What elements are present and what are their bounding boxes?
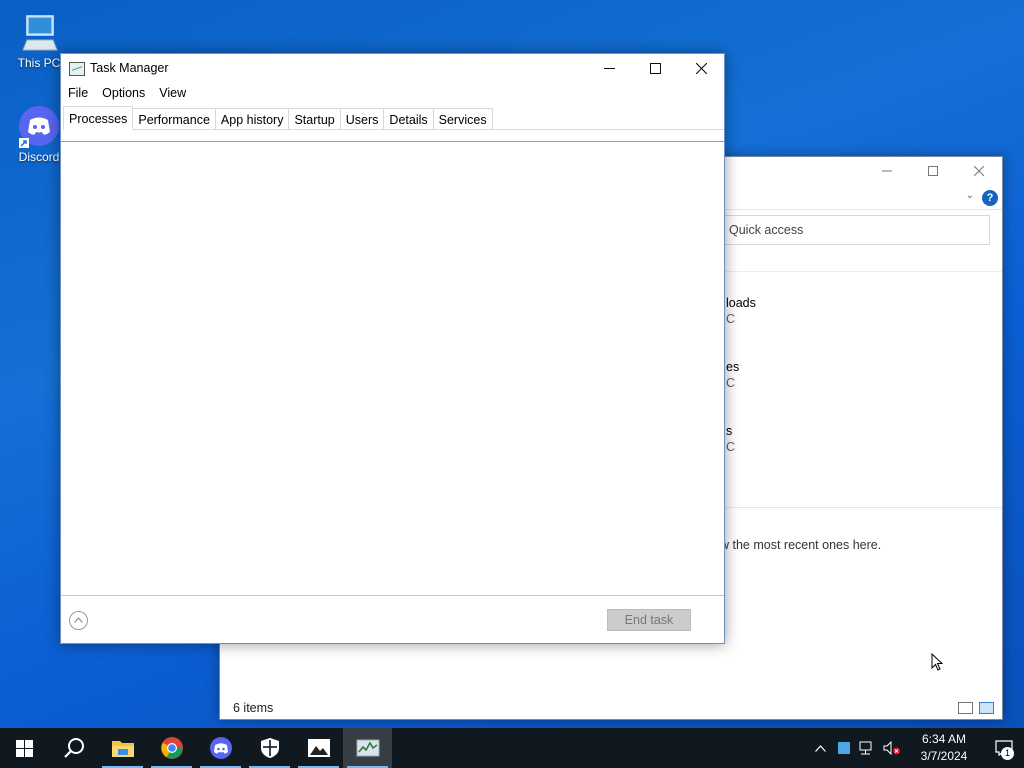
minimize-icon <box>603 67 615 69</box>
tab-processes[interactable]: Processes <box>63 106 134 130</box>
tab-details[interactable]: Details <box>384 108 434 130</box>
action-center-button[interactable]: 1 <box>984 728 1024 768</box>
taskbar-chrome[interactable] <box>147 728 196 768</box>
notification-count-badge: 1 <box>1001 747 1014 760</box>
square-app-icon <box>838 742 850 754</box>
photos-icon <box>307 739 330 757</box>
menu-file[interactable]: File <box>61 84 95 104</box>
taskbar-discord[interactable] <box>196 728 245 768</box>
chevron-up-icon <box>814 744 826 752</box>
taskbar-file-explorer[interactable] <box>98 728 147 768</box>
details-view-icon[interactable] <box>958 702 973 714</box>
end-task-button[interactable]: End task <box>607 609 691 631</box>
minimize-button[interactable] <box>586 54 632 82</box>
chevron-up-icon <box>74 617 83 623</box>
mouse-cursor-icon <box>931 653 943 671</box>
menu-view[interactable]: View <box>152 84 193 104</box>
clock-time: 6:34 AM <box>921 732 967 746</box>
taskbar-windows-security[interactable] <box>245 728 294 768</box>
volume-muted-icon <box>883 741 900 755</box>
menu-bar: File Options View <box>61 84 193 104</box>
task-manager-icon <box>356 739 379 757</box>
system-tray: 6:34 AM 3/7/2024 1 <box>808 728 1024 768</box>
folder-location-fragment: C <box>726 312 736 326</box>
close-button[interactable] <box>956 157 1002 185</box>
title-bar[interactable]: Task Manager <box>61 54 724 84</box>
tab-app-history[interactable]: App history <box>215 108 290 130</box>
network-icon <box>859 741 872 755</box>
show-hidden-icons-button[interactable] <box>808 728 832 768</box>
view-toggle <box>958 702 994 714</box>
chevron-down-icon[interactable]: ⌄ <box>966 190 974 201</box>
tab-users[interactable]: Users <box>340 108 385 130</box>
window-title: Task Manager <box>90 61 169 75</box>
maximize-icon <box>649 62 661 74</box>
footer-divider <box>61 595 724 596</box>
windows-icon <box>16 739 33 757</box>
folder-name-fragment[interactable]: es <box>726 360 739 374</box>
tab-strip: Processes Performance App history Startu… <box>63 106 724 130</box>
recent-files-hint: w the most recent ones here. <box>720 538 882 552</box>
network-status[interactable] <box>856 728 880 768</box>
process-list-border <box>61 141 724 142</box>
clock-date: 3/7/2024 <box>920 749 968 763</box>
folder-icon <box>111 741 134 757</box>
folder-name-fragment[interactable]: loads <box>726 296 756 310</box>
task-manager-window[interactable]: Task Manager File Options View Processes… <box>60 53 725 644</box>
close-button[interactable] <box>678 54 724 82</box>
maximize-button[interactable] <box>632 54 678 82</box>
search-icon <box>63 738 84 758</box>
minimize-button[interactable] <box>864 157 910 185</box>
discord-icon <box>209 737 232 759</box>
taskbar: 6:34 AM 3/7/2024 1 <box>0 728 1024 768</box>
discord-icon <box>17 104 61 148</box>
folder-location-fragment: C <box>726 440 736 454</box>
tab-performance[interactable]: Performance <box>133 108 216 130</box>
fewer-details-button[interactable] <box>69 611 88 630</box>
divider <box>720 507 1002 508</box>
address-bar[interactable]: Quick access <box>720 215 990 245</box>
search-button[interactable] <box>49 728 98 768</box>
taskbar-task-manager[interactable] <box>343 728 392 768</box>
minimize-icon <box>882 170 892 172</box>
tray-app-icon[interactable] <box>832 728 856 768</box>
chrome-icon <box>160 737 183 759</box>
task-manager-icon <box>69 62 85 76</box>
status-item-count: 6 items <box>233 701 274 715</box>
taskbar-photos[interactable] <box>294 728 343 768</box>
divider <box>720 271 1002 272</box>
maximize-icon <box>928 166 938 176</box>
folder-location-fragment: C <box>726 376 736 390</box>
tab-services[interactable]: Services <box>433 108 493 130</box>
close-icon <box>974 166 984 176</box>
folder-name-fragment[interactable]: s <box>726 424 732 438</box>
start-button[interactable] <box>0 728 49 768</box>
divider <box>720 209 1002 210</box>
close-icon <box>695 62 707 74</box>
menu-options[interactable]: Options <box>95 84 152 104</box>
window-controls <box>586 54 724 82</box>
explorer-window-controls <box>864 157 1002 185</box>
computer-icon <box>17 10 61 54</box>
clock[interactable]: 6:34 AM 3/7/2024 <box>904 731 984 765</box>
tab-startup[interactable]: Startup <box>289 108 341 130</box>
large-icons-view-icon[interactable] <box>979 702 994 714</box>
help-icon[interactable]: ? <box>982 190 998 206</box>
shield-icon <box>260 738 279 758</box>
maximize-button[interactable] <box>910 157 956 185</box>
volume-status[interactable] <box>880 728 904 768</box>
